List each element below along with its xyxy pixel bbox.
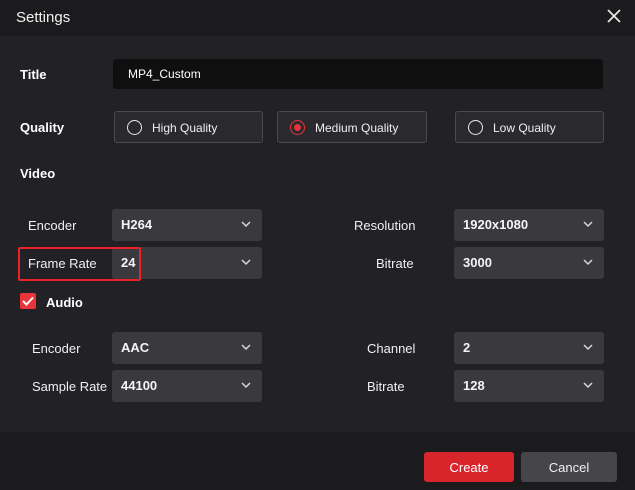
radio-selected-icon xyxy=(290,120,305,135)
quality-option-label: High Quality xyxy=(152,121,218,135)
frame-rate-label: Frame Rate xyxy=(28,256,97,271)
channel-label: Channel xyxy=(367,341,416,356)
radio-icon xyxy=(468,120,483,135)
frame-rate-select[interactable]: 24 xyxy=(112,247,262,279)
close-icon[interactable] xyxy=(607,9,621,23)
quality-option-low[interactable]: Low Quality xyxy=(455,111,604,143)
checkmark-icon xyxy=(22,296,34,306)
title-label: Title xyxy=(20,67,47,82)
audio-heading: Audio xyxy=(46,295,83,310)
chevron-down-icon xyxy=(583,343,593,351)
frame-rate-value: 24 xyxy=(121,255,136,270)
resolution-value: 1920x1080 xyxy=(463,217,529,232)
quality-label: Quality xyxy=(20,120,65,135)
chevron-down-icon xyxy=(241,343,251,351)
audio-encoder-select[interactable]: AAC xyxy=(112,332,262,364)
video-encoder-label: Encoder xyxy=(28,218,77,233)
title-bar: Settings xyxy=(0,0,635,36)
quality-option-label: Medium Quality xyxy=(315,121,399,135)
title-input[interactable] xyxy=(113,59,603,89)
cancel-button[interactable]: Cancel xyxy=(521,452,617,482)
audio-encoder-value: AAC xyxy=(121,340,150,355)
audio-bitrate-label: Bitrate xyxy=(367,379,405,394)
video-encoder-value: H264 xyxy=(121,217,153,232)
channel-select[interactable]: 2 xyxy=(454,332,604,364)
resolution-label: Resolution xyxy=(354,218,416,233)
window-title: Settings xyxy=(16,9,71,26)
audio-bitrate-value: 128 xyxy=(463,378,485,393)
video-bitrate-value: 3000 xyxy=(463,255,492,270)
channel-value: 2 xyxy=(463,340,471,355)
audio-checkbox[interactable] xyxy=(20,293,36,309)
video-heading: Video xyxy=(20,166,56,181)
video-bitrate-label: Bitrate xyxy=(376,256,414,271)
chevron-down-icon xyxy=(583,220,593,228)
sample-rate-value: 44100 xyxy=(121,378,158,393)
chevron-down-icon xyxy=(241,258,251,266)
audio-encoder-label: Encoder xyxy=(32,341,81,356)
audio-bitrate-select[interactable]: 128 xyxy=(454,370,604,402)
chevron-down-icon xyxy=(583,258,593,266)
video-bitrate-select[interactable]: 3000 xyxy=(454,247,604,279)
sample-rate-label: Sample Rate xyxy=(32,379,108,394)
quality-option-medium[interactable]: Medium Quality xyxy=(277,111,427,143)
create-button[interactable]: Create xyxy=(424,452,514,482)
sample-rate-select[interactable]: 44100 xyxy=(112,370,262,402)
quality-option-label: Low Quality xyxy=(493,121,556,135)
quality-option-high[interactable]: High Quality xyxy=(114,111,263,143)
chevron-down-icon xyxy=(241,220,251,228)
video-encoder-select[interactable]: H264 xyxy=(112,209,262,241)
chevron-down-icon xyxy=(583,381,593,389)
resolution-select[interactable]: 1920x1080 xyxy=(454,209,604,241)
chevron-down-icon xyxy=(241,381,251,389)
radio-icon xyxy=(127,120,142,135)
